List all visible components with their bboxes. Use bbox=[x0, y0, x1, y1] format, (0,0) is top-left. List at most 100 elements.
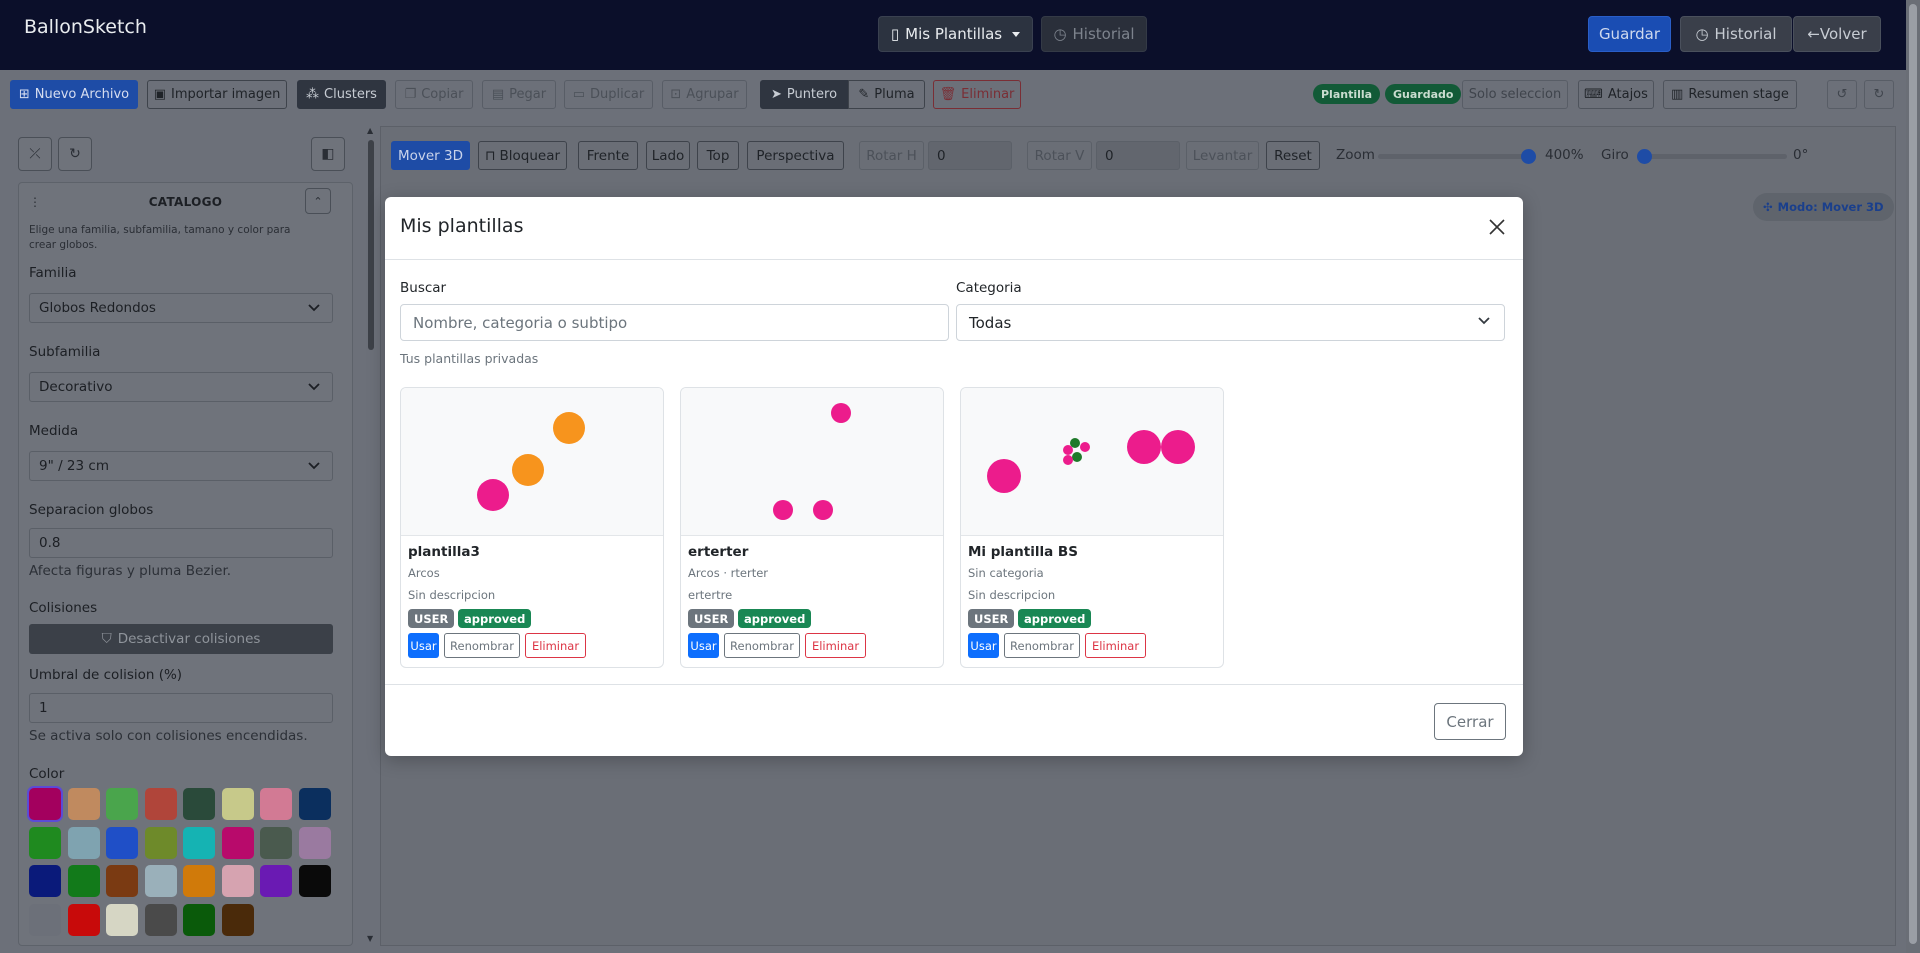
rotate-h-input[interactable]: 0 bbox=[928, 141, 1012, 170]
delete-template-button[interactable]: Eliminar bbox=[1085, 633, 1146, 658]
color-swatch[interactable] bbox=[183, 865, 215, 897]
close-modal-button[interactable]: Cerrar bbox=[1434, 703, 1506, 740]
lift-button[interactable]: Levantar bbox=[1186, 141, 1259, 170]
shortcuts-button[interactable]: ⌨ Atajos bbox=[1578, 80, 1654, 109]
color-swatch[interactable] bbox=[29, 865, 61, 897]
duplicate-button[interactable]: ▭ Duplicar bbox=[564, 80, 653, 109]
collapse-button[interactable]: ⤫ bbox=[18, 137, 52, 171]
import-image-button[interactable]: ▣ Importar imagen bbox=[147, 80, 287, 109]
pen-tool-button[interactable]: ✎ Pluma bbox=[848, 80, 925, 109]
left-panel-scrollbar-thumb[interactable] bbox=[368, 140, 374, 350]
color-swatch[interactable] bbox=[106, 788, 138, 820]
perspective-view-button[interactable]: Perspectiva bbox=[747, 141, 844, 170]
threshold-input[interactable]: 1 bbox=[29, 693, 333, 723]
page-scrollbar[interactable] bbox=[1906, 0, 1920, 953]
close-icon[interactable] bbox=[1486, 216, 1508, 238]
delete-template-button[interactable]: Eliminar bbox=[525, 633, 586, 658]
top-view-button[interactable]: Top bbox=[697, 141, 739, 170]
color-swatch[interactable] bbox=[221, 826, 254, 859]
pointer-tool-button[interactable]: ➤ Puntero bbox=[760, 80, 848, 109]
color-swatch[interactable] bbox=[106, 903, 138, 936]
color-swatch[interactable] bbox=[183, 903, 215, 936]
template-preview[interactable] bbox=[401, 388, 663, 536]
color-swatch[interactable] bbox=[144, 865, 177, 897]
toggle-sidebar-button[interactable]: ◧ bbox=[311, 137, 345, 171]
color-swatch[interactable] bbox=[144, 826, 177, 859]
color-swatch[interactable] bbox=[67, 865, 100, 897]
color-swatch[interactable] bbox=[260, 788, 292, 820]
delete-template-button[interactable]: Eliminar bbox=[805, 633, 866, 658]
template-preview[interactable] bbox=[681, 388, 943, 536]
color-swatch[interactable] bbox=[106, 826, 138, 859]
subfamily-select[interactable]: Decorativo bbox=[29, 372, 333, 402]
spin-slider-thumb[interactable] bbox=[1637, 149, 1652, 164]
left-panel-scrollbar[interactable]: ▲ ▼ bbox=[366, 126, 376, 946]
size-select[interactable]: 9" / 23 cm bbox=[29, 451, 333, 481]
history-button[interactable]: ◷ Historial bbox=[1680, 16, 1792, 52]
zoom-slider-track[interactable] bbox=[1378, 154, 1528, 159]
lock-button[interactable]: ⊓ Bloquear bbox=[478, 141, 567, 170]
history-center-button[interactable]: ◷ Historial bbox=[1041, 16, 1147, 52]
color-swatch[interactable] bbox=[29, 826, 61, 859]
spin-slider-track[interactable] bbox=[1637, 154, 1787, 159]
toggle-collisions-button[interactable]: ⛉ Desactivar colisiones bbox=[29, 624, 333, 654]
rename-template-button[interactable]: Renombrar bbox=[1004, 633, 1080, 658]
balloon-shape bbox=[1063, 445, 1073, 455]
refresh-button[interactable]: ↻ bbox=[58, 137, 92, 171]
rotate-h-button[interactable]: Rotar H bbox=[859, 141, 924, 170]
page-scrollbar-thumb[interactable] bbox=[1909, 4, 1917, 944]
back-button[interactable]: ←Volver bbox=[1793, 16, 1881, 52]
paste-button[interactable]: ▤ Pegar bbox=[482, 80, 556, 109]
color-swatch[interactable] bbox=[106, 865, 138, 897]
my-templates-dropdown[interactable]: ▯ Mis Plantillas bbox=[878, 16, 1033, 52]
save-button[interactable]: Guardar bbox=[1588, 16, 1671, 52]
use-template-button[interactable]: Usar bbox=[968, 633, 999, 658]
separation-input[interactable]: 0.8 bbox=[29, 528, 333, 558]
delete-button[interactable]: 🗑 Eliminar bbox=[933, 80, 1021, 109]
group-button[interactable]: ⊡ Agrupar bbox=[662, 80, 747, 109]
history-label: Historial bbox=[1714, 25, 1777, 43]
color-swatch[interactable] bbox=[183, 826, 215, 859]
color-swatch[interactable] bbox=[67, 788, 100, 820]
rotate-v-button[interactable]: Rotar V bbox=[1027, 141, 1092, 170]
color-swatch[interactable] bbox=[144, 903, 177, 936]
new-file-button[interactable]: ⊞ Nuevo Archivo bbox=[10, 80, 138, 109]
rotate-v-input[interactable]: 0 bbox=[1096, 141, 1180, 170]
color-swatch[interactable] bbox=[183, 788, 215, 820]
front-view-button[interactable]: Frente bbox=[578, 141, 638, 170]
scroll-down-icon[interactable]: ▼ bbox=[367, 934, 373, 943]
rename-template-button[interactable]: Renombrar bbox=[444, 633, 520, 658]
color-swatch[interactable] bbox=[298, 865, 331, 897]
color-swatch[interactable] bbox=[29, 903, 61, 936]
template-preview[interactable] bbox=[961, 388, 1223, 536]
catalog-collapse-button[interactable]: ⌃ bbox=[305, 188, 331, 214]
copy-button[interactable]: ❐ Copiar bbox=[395, 80, 473, 109]
color-swatch[interactable] bbox=[67, 903, 100, 936]
redo-button[interactable]: ↻ bbox=[1864, 80, 1894, 109]
color-swatch[interactable] bbox=[221, 865, 254, 897]
color-swatch[interactable] bbox=[221, 903, 254, 936]
rename-template-button[interactable]: Renombrar bbox=[724, 633, 800, 658]
use-template-button[interactable]: Usar bbox=[688, 633, 719, 658]
reset-button[interactable]: Reset bbox=[1266, 141, 1320, 170]
search-input[interactable]: Nombre, categoria o subtipo bbox=[400, 304, 949, 341]
side-view-button[interactable]: Lado bbox=[646, 141, 690, 170]
move-3d-button[interactable]: Mover 3D bbox=[391, 141, 470, 170]
scroll-up-icon[interactable]: ▲ bbox=[367, 126, 373, 135]
color-swatch[interactable] bbox=[298, 788, 331, 820]
color-swatch[interactable] bbox=[67, 826, 100, 859]
color-swatch[interactable] bbox=[144, 788, 177, 820]
color-swatch[interactable] bbox=[260, 865, 292, 897]
color-swatch[interactable] bbox=[298, 826, 331, 859]
stage-summary-button[interactable]: ▥ Resumen stage bbox=[1663, 80, 1797, 109]
clusters-button[interactable]: ⁂ Clusters bbox=[297, 80, 386, 109]
category-select[interactable]: Todas bbox=[956, 304, 1505, 341]
undo-button[interactable]: ↺ bbox=[1827, 80, 1857, 109]
color-swatch[interactable] bbox=[221, 788, 254, 820]
selection-only-button[interactable]: Solo seleccion bbox=[1462, 80, 1568, 109]
color-swatch[interactable] bbox=[29, 788, 61, 820]
use-template-button[interactable]: Usar bbox=[408, 633, 439, 658]
zoom-slider-thumb[interactable] bbox=[1521, 149, 1536, 164]
color-swatch[interactable] bbox=[260, 826, 292, 859]
family-select[interactable]: Globos Redondos bbox=[29, 293, 333, 323]
